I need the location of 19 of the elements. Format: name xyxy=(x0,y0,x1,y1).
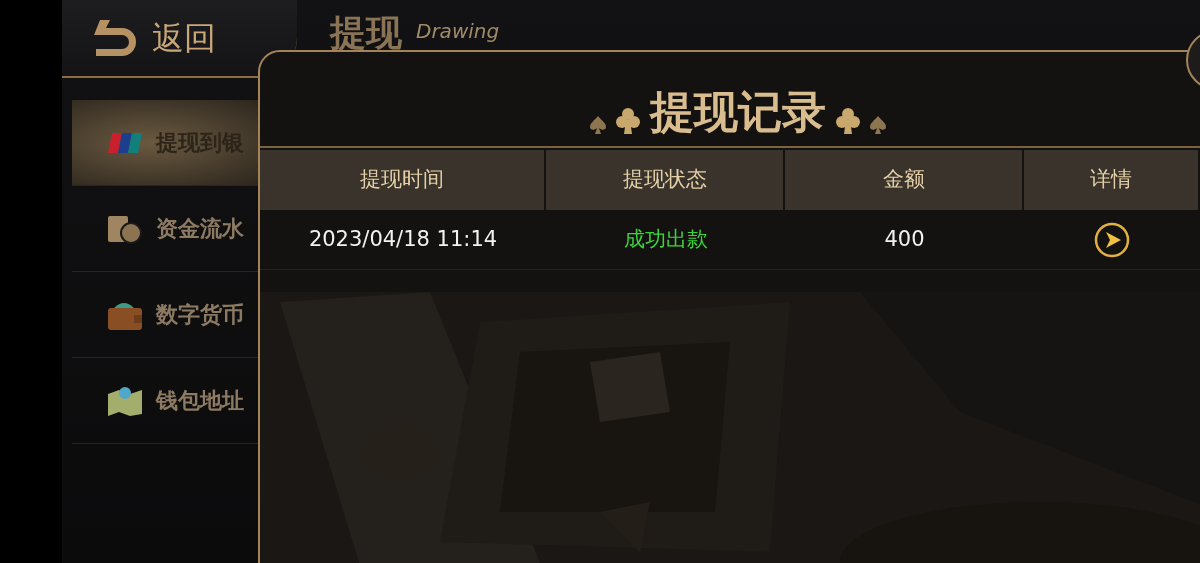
page-subtitle: Drawing xyxy=(416,20,500,42)
table-cell: 400 xyxy=(785,210,1024,270)
coin-document-icon xyxy=(108,213,142,244)
club-icon xyxy=(616,108,640,134)
map-icon xyxy=(108,385,142,416)
column-header: 提现状态 xyxy=(546,150,785,210)
card-icon xyxy=(108,130,142,155)
back-arrow-icon xyxy=(92,18,138,58)
club-icon xyxy=(836,108,860,134)
column-header: 提现时间 xyxy=(260,150,546,210)
status-cell: 成功出款 xyxy=(546,210,785,270)
dialog-title: 提现记录 xyxy=(650,90,826,134)
table-cell: 2023/04/18 11:14 xyxy=(260,210,546,270)
spade-icon xyxy=(870,116,886,134)
column-header: 金额 xyxy=(785,150,1024,210)
page-title: 提现 xyxy=(330,11,402,55)
back-button[interactable]: 返回 xyxy=(62,0,297,78)
spade-icon xyxy=(590,116,606,134)
column-header: 详情 xyxy=(1024,150,1200,210)
